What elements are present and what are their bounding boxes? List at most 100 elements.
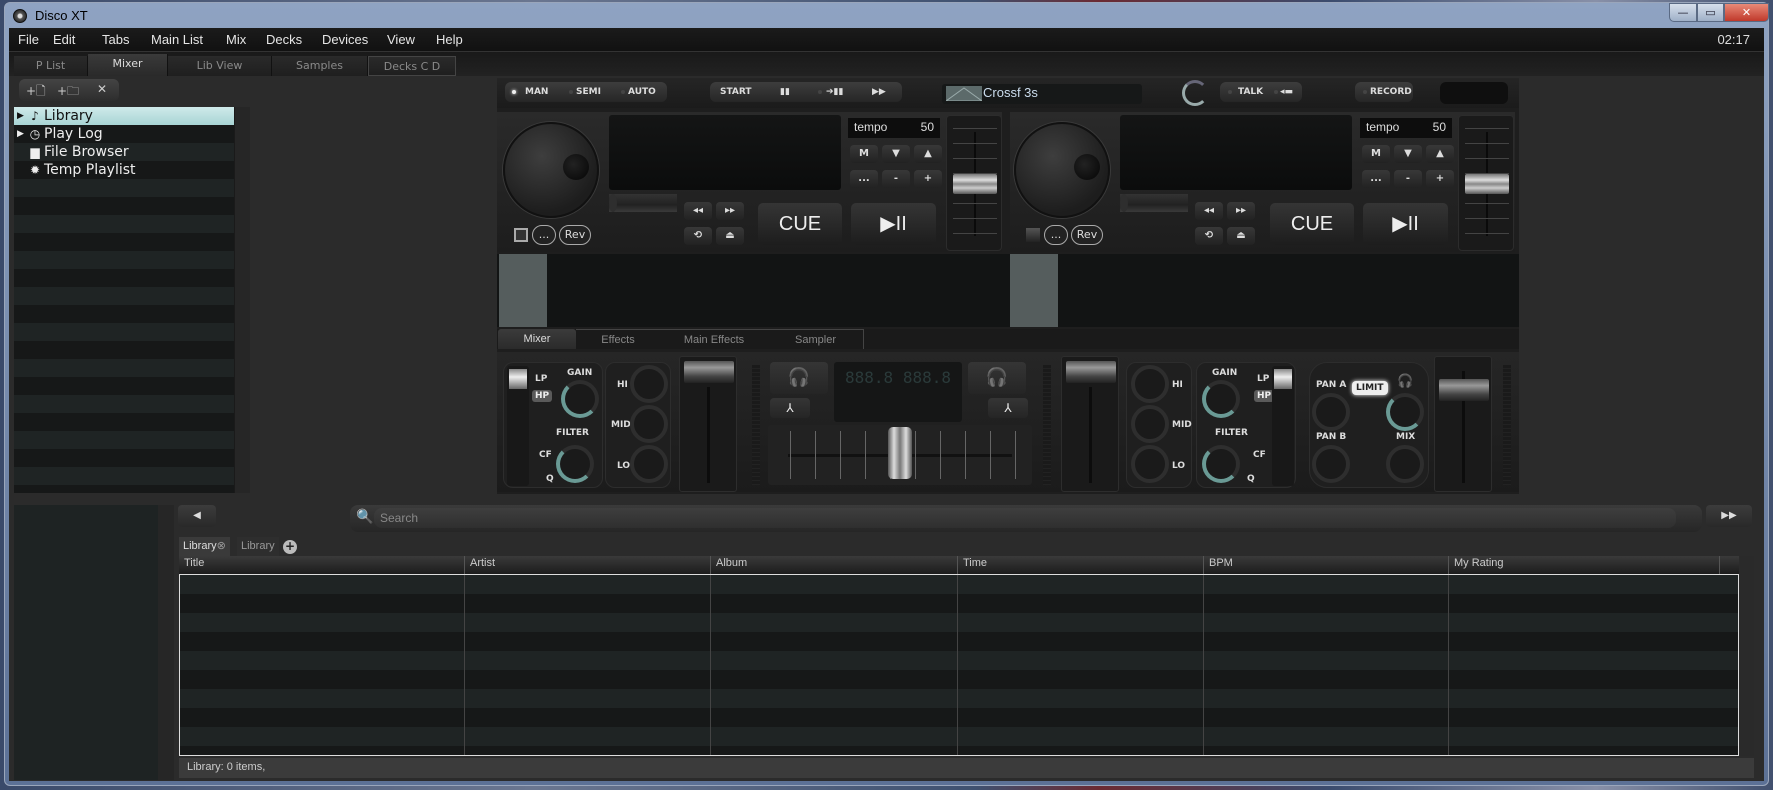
deck-a-cue-button[interactable]: CUE <box>758 203 842 245</box>
deck-a-eject-button[interactable]: ⏏ <box>716 227 744 245</box>
tab-sampler[interactable]: Sampler <box>768 329 864 349</box>
ch-a-lp-label[interactable]: LP <box>535 374 547 384</box>
menu-tabs[interactable]: Tabs <box>102 32 129 47</box>
deck-a-position-slider[interactable] <box>609 194 677 212</box>
ch-a-hi-knob[interactable] <box>630 365 668 403</box>
man-button[interactable]: MAN <box>525 82 548 102</box>
fader-handle[interactable] <box>1274 369 1292 389</box>
pause-button[interactable]: ▮▮ <box>780 82 790 102</box>
tab-effects[interactable]: Effects <box>576 329 660 349</box>
ch-a-cf-label[interactable]: CF <box>539 450 552 460</box>
deck-b-tempo-more-button[interactable]: ... <box>1362 170 1390 188</box>
deck-b-more-button[interactable]: ... <box>1044 225 1068 245</box>
menu-main-list[interactable]: Main List <box>151 32 203 47</box>
column-separator[interactable] <box>1203 556 1204 574</box>
ch-a-filter-knob[interactable] <box>556 445 594 483</box>
deck-b-play-pause-button[interactable]: ▶II <box>1363 203 1448 245</box>
talk-button[interactable]: TALK <box>1238 82 1263 102</box>
column-header-time[interactable]: Time <box>963 557 987 569</box>
ch-a-headphone-button[interactable]: 🎧 <box>770 362 828 394</box>
fader-handle[interactable] <box>1439 379 1489 401</box>
tree-scrollbar[interactable] <box>234 107 250 493</box>
deck-b-eject-button[interactable]: ⏏ <box>1227 227 1255 245</box>
tab-mixer[interactable]: Mixer <box>88 54 168 76</box>
tab-decks-c-d[interactable]: Decks C D <box>368 56 456 76</box>
menu-devices[interactable]: Devices <box>322 32 368 47</box>
next-button[interactable]: ▶▶ <box>1706 505 1752 527</box>
deck-a-tempo-up-button[interactable]: ▲ <box>914 145 942 163</box>
previous-button[interactable]: ◀ <box>178 505 216 527</box>
tab-samples[interactable]: Samples <box>272 56 368 76</box>
pan-b-knob[interactable] <box>1312 445 1350 483</box>
ch-b-filter-knob[interactable] <box>1202 445 1240 483</box>
ch-a-filter-fader[interactable] <box>507 366 529 486</box>
menu-file[interactable]: File <box>18 32 39 47</box>
talk-level-knob[interactable] <box>1182 80 1208 106</box>
deck-b-loop-button[interactable]: ⟲ <box>1195 227 1223 245</box>
bottom-left-scrollbar[interactable] <box>158 505 174 780</box>
start-button[interactable]: START <box>720 82 752 102</box>
master-volume-fader[interactable] <box>1434 356 1492 492</box>
tab-mixer-panel[interactable]: Mixer <box>498 329 576 349</box>
deck-b-sync-icon[interactable] <box>1026 228 1040 242</box>
menu-help[interactable]: Help <box>436 32 463 47</box>
column-separator[interactable] <box>1719 556 1720 574</box>
tree-item-file-browser[interactable]: ▆ File Browser <box>14 143 234 161</box>
track-table[interactable] <box>179 574 1739 756</box>
deck-b-m-button[interactable]: M <box>1362 145 1390 163</box>
deck-b-fast-forward-button[interactable]: ▸▸ <box>1227 202 1255 220</box>
deck-a-more-button[interactable]: ... <box>532 225 556 245</box>
ch-a-mid-knob[interactable] <box>630 405 668 443</box>
deck-a-m-button[interactable]: M <box>850 145 878 163</box>
deck-a-loop-button[interactable]: ⟲ <box>684 227 712 245</box>
fader-handle[interactable] <box>1066 361 1116 383</box>
fader-handle[interactable] <box>953 174 997 194</box>
deck-a-rev-button[interactable]: Rev <box>559 225 591 245</box>
ch-b-mid-knob[interactable] <box>1131 405 1169 443</box>
column-separator[interactable] <box>710 556 711 574</box>
talk-option-icon[interactable]: ◂▬ <box>1280 82 1293 102</box>
deck-b-pitch-minus-button[interactable]: - <box>1394 170 1422 188</box>
column-header-bpm[interactable]: BPM <box>1209 557 1233 569</box>
slider-handle[interactable] <box>1120 194 1128 212</box>
record-button[interactable]: RECORD <box>1370 82 1412 102</box>
tab-lib-view[interactable]: Lib View <box>168 56 272 76</box>
tab-library-1[interactable]: Library⊗ <box>179 537 230 556</box>
tab-p-list[interactable]: P List <box>14 56 88 76</box>
next-pause-button[interactable]: ➔▮▮ <box>826 82 843 102</box>
skip-button[interactable]: ▶▶ <box>872 82 886 102</box>
ch-a-volume-fader[interactable] <box>679 356 737 492</box>
close-button[interactable]: ✕ <box>1724 3 1769 22</box>
ch-b-hi-knob[interactable] <box>1131 365 1169 403</box>
ch-a-hp-button[interactable]: HP <box>532 390 553 402</box>
deck-a-pitch-fader[interactable] <box>946 115 1002 251</box>
ch-b-filter-fader[interactable] <box>1272 366 1294 486</box>
auto-button[interactable]: AUTO <box>628 82 656 102</box>
minimize-button[interactable]: — <box>1669 3 1697 22</box>
menu-edit[interactable]: Edit <box>53 32 75 47</box>
deck-b-waveform[interactable] <box>1010 254 1519 327</box>
crossfader[interactable] <box>768 425 1032 485</box>
deck-b-pitch-plus-button[interactable]: + <box>1426 170 1454 188</box>
ch-b-lp-label[interactable]: LP <box>1257 374 1269 384</box>
ch-a-lo-knob[interactable] <box>630 445 668 483</box>
deck-b-tempo-down-button[interactable]: ▼ <box>1394 145 1422 163</box>
tree-item-play-log[interactable]: ▶ ◷ Play Log <box>14 125 234 143</box>
maximize-button[interactable]: ▭ <box>1697 3 1724 22</box>
fader-handle[interactable] <box>1465 174 1509 194</box>
table-scrollbar[interactable] <box>1740 556 1754 756</box>
deck-b-jog-wheel[interactable] <box>1014 122 1110 218</box>
ch-b-cf-label[interactable]: CF <box>1253 450 1266 460</box>
ch-a-gain-knob[interactable] <box>561 380 599 418</box>
deck-a-tempo-down-button[interactable]: ▼ <box>882 145 910 163</box>
deck-a-pitch-plus-button[interactable]: + <box>914 170 942 188</box>
limit-button[interactable]: LIMIT <box>1352 381 1388 395</box>
deck-a-sync-icon[interactable] <box>514 228 528 242</box>
column-header-title[interactable]: Title <box>184 557 204 569</box>
new-playlist-button[interactable]: +🗋 <box>26 82 46 103</box>
close-tab-icon[interactable]: ⊗ <box>217 540 226 552</box>
deck-b-rewind-button[interactable]: ◂◂ <box>1195 202 1223 220</box>
delete-button[interactable]: ✕ <box>97 82 107 96</box>
search-input[interactable] <box>374 508 1676 528</box>
ch-b-volume-fader[interactable] <box>1061 356 1119 492</box>
